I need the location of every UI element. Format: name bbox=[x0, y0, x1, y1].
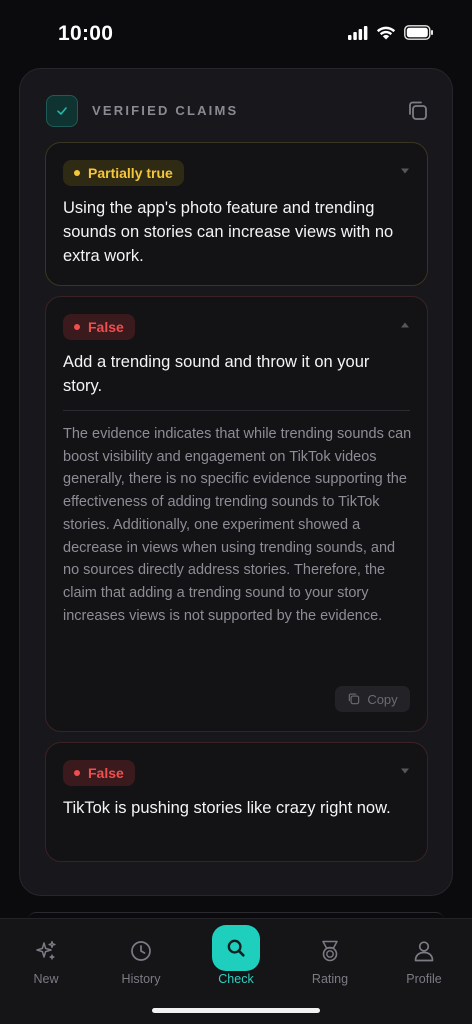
claim-card[interactable]: Partially true Using the app's photo fea… bbox=[45, 142, 428, 286]
claim-text: Add a trending sound and throw it on you… bbox=[63, 353, 370, 395]
tab-new[interactable]: New bbox=[6, 919, 86, 999]
claim-text: Using the app's photo feature and trendi… bbox=[63, 199, 394, 265]
verdict-label: Partially true bbox=[88, 165, 173, 181]
verdict-badge-false: False bbox=[63, 760, 135, 786]
copy-all-icon[interactable] bbox=[406, 99, 430, 123]
tab-label: Profile bbox=[406, 972, 442, 986]
verdict-dot bbox=[74, 324, 80, 330]
verdict-dot bbox=[74, 770, 80, 776]
copy-icon bbox=[349, 693, 360, 705]
card-title: VERIFIED CLAIMS bbox=[92, 103, 239, 118]
status-time: 10:00 bbox=[58, 22, 114, 45]
claim-explanation: The evidence indicates that while trendi… bbox=[63, 426, 412, 624]
wifi-icon bbox=[376, 26, 396, 40]
sparkles-icon bbox=[36, 940, 56, 960]
copy-label: Copy bbox=[367, 691, 398, 707]
search-icon bbox=[227, 939, 245, 957]
verdict-badge-partial: Partially true bbox=[63, 160, 184, 186]
tab-label: Check bbox=[218, 972, 254, 986]
tab-label: Rating bbox=[311, 972, 349, 986]
status-bar: 10:00 bbox=[0, 0, 472, 64]
tab-check[interactable]: Check bbox=[196, 919, 276, 999]
divider bbox=[63, 410, 410, 411]
copy-button[interactable]: Copy bbox=[335, 686, 410, 712]
verified-check-icon bbox=[46, 95, 78, 127]
cellular-signal-icon bbox=[348, 25, 368, 40]
card-header: VERIFIED CLAIMS bbox=[46, 95, 430, 127]
tab-label: History bbox=[121, 972, 161, 986]
battery-icon bbox=[404, 25, 433, 40]
clock-icon bbox=[131, 941, 151, 961]
tab-profile[interactable]: Profile bbox=[384, 919, 464, 999]
claim-text: TikTok is pushing stories like crazy rig… bbox=[63, 799, 391, 817]
verdict-badge-false: False bbox=[63, 314, 135, 340]
status-icons bbox=[348, 25, 434, 40]
verdict-label: False bbox=[88, 319, 124, 335]
tab-history[interactable]: History bbox=[101, 919, 181, 999]
tab-rating[interactable]: Rating bbox=[290, 919, 370, 999]
verified-claims-card: VERIFIED CLAIMS Partially true Using the… bbox=[19, 68, 453, 896]
claim-card[interactable]: False TikTok is pushing stories like cra… bbox=[45, 742, 428, 862]
home-indicator[interactable] bbox=[152, 1008, 320, 1013]
verdict-label: False bbox=[88, 765, 124, 781]
tab-label: New bbox=[33, 972, 59, 986]
medal-icon bbox=[322, 940, 338, 962]
claim-card-expanded[interactable]: False Add a trending sound and throw it … bbox=[45, 296, 428, 732]
expand-chevron-icon[interactable] bbox=[399, 765, 411, 777]
person-icon bbox=[414, 941, 434, 962]
expand-chevron-icon[interactable] bbox=[399, 165, 411, 177]
collapse-chevron-icon[interactable] bbox=[399, 319, 411, 331]
verdict-dot bbox=[74, 170, 80, 176]
check-tab-bubble bbox=[212, 925, 260, 971]
